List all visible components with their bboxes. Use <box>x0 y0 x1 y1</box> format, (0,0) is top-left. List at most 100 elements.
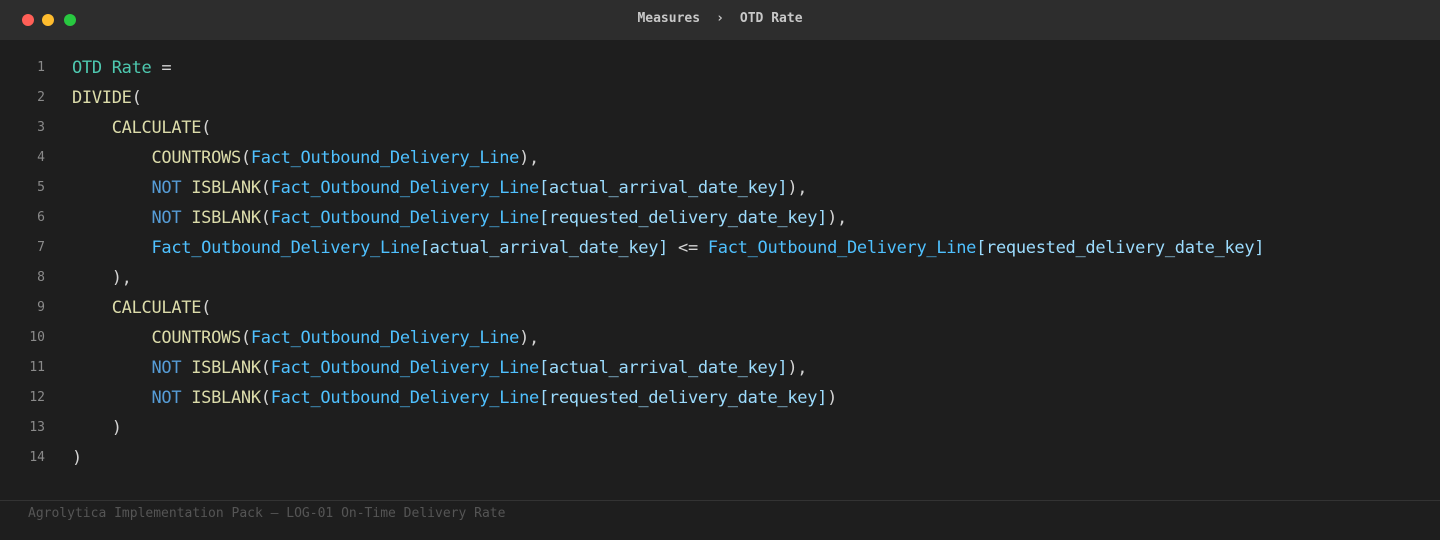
punctuation: ( <box>260 358 271 378</box>
punctuation: ( <box>131 88 142 108</box>
code-text[interactable]: NOT ISBLANK(Fact_Outbound_Delivery_Line[… <box>72 353 807 383</box>
code-text[interactable]: COUNTROWS(Fact_Outbound_Delivery_Line), <box>72 143 539 173</box>
keyword: NOT <box>151 208 182 228</box>
line-number: 10 <box>29 330 45 345</box>
code-line[interactable]: 14) <box>0 443 1440 473</box>
code-line[interactable]: 2 DIVIDE( <box>0 83 1440 113</box>
line-number: 9 <box>37 300 45 315</box>
function-name: CALCULATE <box>111 118 202 138</box>
column-reference: [requested_delivery_date_key] <box>976 238 1265 258</box>
code-text[interactable]: CALCULATE( <box>72 293 212 323</box>
code-text[interactable]: ) <box>72 413 122 443</box>
punctuation: <= <box>668 238 708 258</box>
table-reference: Fact_Outbound_Delivery_Line <box>250 328 520 348</box>
line-number: 4 <box>37 150 45 165</box>
punctuation <box>181 358 191 378</box>
code-text[interactable]: ) <box>72 443 82 473</box>
punctuation <box>181 388 191 408</box>
code-line[interactable]: 13 ) <box>0 413 1440 443</box>
punctuation: ), <box>111 268 132 288</box>
line-number: 7 <box>37 240 45 255</box>
code-line[interactable]: 9 CALCULATE( <box>0 293 1440 323</box>
code-text[interactable]: NOT ISBLANK(Fact_Outbound_Delivery_Line[… <box>72 383 837 413</box>
line-number: 8 <box>37 270 45 285</box>
function-name: ISBLANK <box>191 358 261 378</box>
column-reference: [requested_delivery_date_key] <box>538 388 828 408</box>
code-editor[interactable]: 1 OTD Rate = 2 DIVIDE(3 CALCULATE(4 COUNTRO… <box>0 53 1440 473</box>
keyword: NOT <box>151 178 182 198</box>
punctuation: ( <box>260 208 271 228</box>
chevron-right-icon: › <box>716 11 724 26</box>
column-reference: [actual_arrival_date_key] <box>538 178 788 198</box>
line-number: 13 <box>29 420 45 435</box>
function-name: CALCULATE <box>111 298 202 318</box>
breadcrumb-item-measures[interactable]: Measures <box>637 11 700 26</box>
punctuation: ( <box>260 178 271 198</box>
column-reference: [actual_arrival_date_key] <box>538 358 788 378</box>
line-number: 14 <box>29 450 45 465</box>
code-text[interactable]: DIVIDE( <box>72 83 142 113</box>
footer-bar: Agrolytica Implementation Pack — LOG-01 … <box>0 500 1440 540</box>
punctuation: ( <box>201 118 212 138</box>
line-number: 5 <box>37 180 45 195</box>
keyword: NOT <box>151 358 182 378</box>
code-line[interactable]: 11 NOT ISBLANK(Fact_Outbound_Delivery_Li… <box>0 353 1440 383</box>
table-reference: Fact_Outbound_Delivery_Line <box>250 148 520 168</box>
breadcrumb-item-otd-rate[interactable]: OTD Rate <box>740 11 803 26</box>
punctuation: ), <box>787 358 808 378</box>
function-name: ISBLANK <box>191 388 261 408</box>
code-text[interactable]: COUNTROWS(Fact_Outbound_Delivery_Line), <box>72 323 539 353</box>
code-text[interactable]: OTD Rate = <box>72 53 172 83</box>
code-line[interactable]: 12 NOT ISBLANK(Fact_Outbound_Delivery_Li… <box>0 383 1440 413</box>
code-line[interactable]: 5 NOT ISBLANK(Fact_Outbound_Delivery_Lin… <box>0 173 1440 203</box>
measure-name: OTD Rate <box>72 58 152 78</box>
code-line[interactable]: 4 COUNTROWS(Fact_Outbound_Delivery_Line)… <box>0 143 1440 173</box>
code-line[interactable]: 3 CALCULATE( <box>0 113 1440 143</box>
editor-window: Measures › OTD Rate 1 OTD Rate = 2 DIVIDE(3 C… <box>0 0 1440 540</box>
table-reference: Fact_Outbound_Delivery_Line <box>270 208 540 228</box>
code-line[interactable]: 10 COUNTROWS(Fact_Outbound_Delivery_Line… <box>0 323 1440 353</box>
punctuation: ( <box>240 328 251 348</box>
line-number: 1 <box>37 60 45 75</box>
code-text[interactable]: NOT ISBLANK(Fact_Outbound_Delivery_Line[… <box>72 173 807 203</box>
punctuation: ), <box>787 178 808 198</box>
punctuation: ), <box>827 208 847 228</box>
line-number: 2 <box>37 90 45 105</box>
function-name: DIVIDE <box>72 88 132 108</box>
code-line[interactable]: 6 NOT ISBLANK(Fact_Outbound_Delivery_Lin… <box>0 203 1440 233</box>
table-reference: Fact_Outbound_Delivery_Line <box>151 238 420 258</box>
title-bar: Measures › OTD Rate <box>0 0 1440 40</box>
line-number: 12 <box>29 390 45 405</box>
punctuation: ) <box>827 388 838 408</box>
punctuation: ), <box>519 328 539 348</box>
code-line[interactable]: 1 OTD Rate = <box>0 53 1440 83</box>
punctuation: ) <box>72 448 82 468</box>
code-line[interactable]: 7 Fact_Outbound_Delivery_Line[actual_arr… <box>0 233 1440 263</box>
punctuation: ), <box>519 148 539 168</box>
breadcrumb: Measures › OTD Rate <box>0 0 1440 40</box>
code-text[interactable]: NOT ISBLANK(Fact_Outbound_Delivery_Line[… <box>72 203 847 233</box>
keyword: NOT <box>151 388 182 408</box>
code-text[interactable]: ), <box>72 263 132 293</box>
line-number: 3 <box>37 120 45 135</box>
table-reference: Fact_Outbound_Delivery_Line <box>270 358 540 378</box>
function-name: ISBLANK <box>191 208 261 228</box>
code-text[interactable]: CALCULATE( <box>72 113 212 143</box>
punctuation <box>181 178 191 198</box>
column-reference: [actual_arrival_date_key] <box>419 238 669 258</box>
punctuation <box>181 208 191 228</box>
code-line[interactable]: 8 ), <box>0 263 1440 293</box>
code-text[interactable]: Fact_Outbound_Delivery_Line[actual_arriv… <box>72 233 1264 263</box>
punctuation: ( <box>240 148 251 168</box>
line-number: 11 <box>29 360 45 375</box>
